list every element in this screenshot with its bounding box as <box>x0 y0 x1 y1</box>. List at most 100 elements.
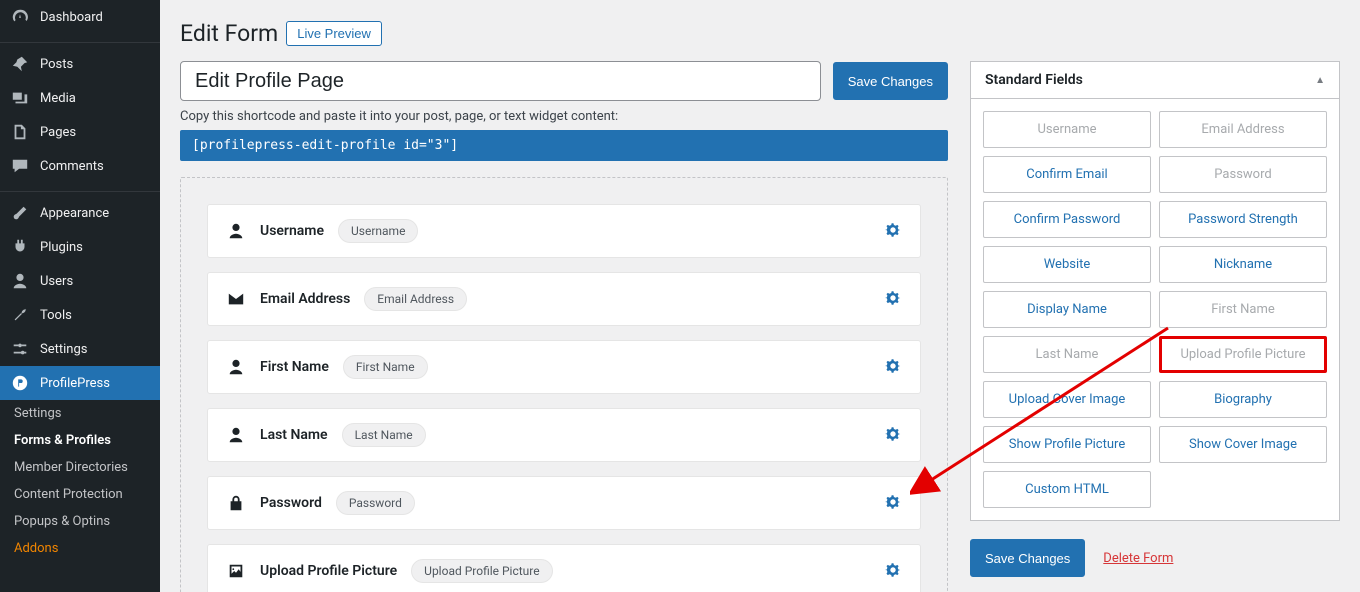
field-label: Password <box>260 495 322 511</box>
user-icon <box>10 272 30 290</box>
delete-form-link[interactable]: Delete Form <box>1103 551 1173 566</box>
field-label: First Name <box>260 359 329 375</box>
field-label: Username <box>260 223 324 239</box>
panel-title: Standard Fields <box>985 72 1083 88</box>
field-chip-show-cover-image[interactable]: Show Cover Image <box>1159 426 1327 463</box>
brush-icon <box>10 204 30 222</box>
submenu-forms-profiles[interactable]: Forms & Profiles <box>0 427 160 454</box>
shortcode-code[interactable]: [profilepress-edit-profile id="3"] <box>180 130 948 161</box>
standard-fields-panel: Standard Fields ▲ UsernameEmail AddressC… <box>970 61 1340 521</box>
field-row-password[interactable]: Password Password <box>207 476 921 530</box>
sidebar-item-tools[interactable]: Tools <box>0 298 160 332</box>
field-settings-button[interactable] <box>884 561 902 582</box>
admin-sidebar: Dashboard Posts Media Pages Comments App… <box>0 0 160 592</box>
save-changes-button[interactable]: Save Changes <box>833 62 948 100</box>
sidebar-item-appearance[interactable]: Appearance <box>0 196 160 230</box>
sidebar-item-label: ProfilePress <box>40 376 110 391</box>
sidebar-item-label: Settings <box>40 342 87 357</box>
field-chip-upload-cover-image[interactable]: Upload Cover Image <box>983 381 1151 418</box>
submenu-addons[interactable]: Addons <box>0 535 160 562</box>
field-chip-username: Username <box>983 111 1151 148</box>
media-icon <box>10 89 30 107</box>
profilepress-submenu: Settings Forms & Profiles Member Directo… <box>0 400 160 562</box>
sidebar-item-pages[interactable]: Pages <box>0 115 160 149</box>
profilepress-icon <box>10 374 30 392</box>
field-label: Email Address <box>260 291 350 307</box>
live-preview-button[interactable]: Live Preview <box>286 21 382 46</box>
field-row-email-address[interactable]: Email Address Email Address <box>207 272 921 326</box>
sidebar-item-media[interactable]: Media <box>0 81 160 115</box>
submenu-settings[interactable]: Settings <box>0 400 160 427</box>
field-settings-button[interactable] <box>884 357 902 378</box>
field-chip-first-name: First Name <box>1159 291 1327 328</box>
field-row-first-name[interactable]: First Name First Name <box>207 340 921 394</box>
mail-icon <box>226 290 246 308</box>
field-placeholder-badge: Username <box>338 219 418 243</box>
field-chip-nickname[interactable]: Nickname <box>1159 246 1327 283</box>
field-settings-button[interactable] <box>884 425 902 446</box>
field-placeholder-badge: Upload Profile Picture <box>411 559 552 583</box>
main-content: Edit Form Live Preview Save Changes Copy… <box>160 0 1360 592</box>
sidebar-item-posts[interactable]: Posts <box>0 47 160 81</box>
sidebar-item-label: Appearance <box>40 206 109 221</box>
field-label: Last Name <box>260 427 328 443</box>
comment-icon <box>10 157 30 175</box>
sliders-icon <box>10 340 30 358</box>
field-placeholder-badge: First Name <box>343 355 428 379</box>
pushpin-icon <box>10 55 30 73</box>
field-chip-website[interactable]: Website <box>983 246 1151 283</box>
sidebar-item-label: Comments <box>40 159 104 174</box>
field-placeholder-badge: Last Name <box>342 423 426 447</box>
pages-icon <box>10 123 30 141</box>
field-label: Upload Profile Picture <box>260 563 397 579</box>
sidebar-item-label: Plugins <box>40 240 83 255</box>
field-placeholder-badge: Email Address <box>364 287 467 311</box>
lock-icon <box>226 494 246 512</box>
submenu-popups-optins[interactable]: Popups & Optins <box>0 508 160 535</box>
submenu-content-protection[interactable]: Content Protection <box>0 481 160 508</box>
wrench-icon <box>10 306 30 324</box>
field-placeholder-badge: Password <box>336 491 415 515</box>
field-settings-button[interactable] <box>884 493 902 514</box>
sidebar-item-label: Posts <box>40 57 73 72</box>
field-row-upload-profile-picture[interactable]: Upload Profile Picture Upload Profile Pic… <box>207 544 921 592</box>
field-settings-button[interactable] <box>884 289 902 310</box>
field-chip-email-address: Email Address <box>1159 111 1327 148</box>
sidebar-item-label: Pages <box>40 125 76 140</box>
user-icon <box>226 222 246 240</box>
save-changes-button-side[interactable]: Save Changes <box>970 539 1085 577</box>
sidebar-item-settings[interactable]: Settings <box>0 332 160 366</box>
user-icon <box>226 426 246 444</box>
form-canvas: UsernameUsernameEmail AddressEmail Addre… <box>180 177 948 592</box>
user-icon <box>226 358 246 376</box>
field-settings-button[interactable] <box>884 221 902 242</box>
chevron-up-icon: ▲ <box>1315 75 1325 86</box>
sidebar-item-dashboard[interactable]: Dashboard <box>0 0 160 34</box>
form-title-input[interactable] <box>180 61 821 101</box>
shortcode-hint: Copy this shortcode and paste it into yo… <box>180 109 948 124</box>
sidebar-item-label: Users <box>40 274 73 289</box>
panel-toggle[interactable]: Standard Fields ▲ <box>971 62 1339 99</box>
field-row-username[interactable]: Username Username <box>207 204 921 258</box>
field-chip-show-profile-picture[interactable]: Show Profile Picture <box>983 426 1151 463</box>
field-chip-upload-profile-picture[interactable]: Upload Profile Picture <box>1159 336 1327 373</box>
sidebar-item-profilepress[interactable]: ProfilePress <box>0 366 160 400</box>
image-icon <box>226 562 246 580</box>
field-chip-confirm-password[interactable]: Confirm Password <box>983 201 1151 238</box>
field-row-last-name[interactable]: Last Name Last Name <box>207 408 921 462</box>
field-chip-password: Password <box>1159 156 1327 193</box>
sidebar-item-label: Media <box>40 91 76 106</box>
plug-icon <box>10 238 30 256</box>
field-chip-biography[interactable]: Biography <box>1159 381 1327 418</box>
field-chip-password-strength[interactable]: Password Strength <box>1159 201 1327 238</box>
sidebar-item-label: Tools <box>40 308 72 323</box>
sidebar-item-comments[interactable]: Comments <box>0 149 160 183</box>
sidebar-item-label: Dashboard <box>40 10 103 25</box>
sidebar-item-users[interactable]: Users <box>0 264 160 298</box>
speedometer-icon <box>10 8 30 26</box>
field-chip-confirm-email[interactable]: Confirm Email <box>983 156 1151 193</box>
submenu-member-directories[interactable]: Member Directories <box>0 454 160 481</box>
field-chip-display-name[interactable]: Display Name <box>983 291 1151 328</box>
field-chip-custom-html[interactable]: Custom HTML <box>983 471 1151 508</box>
sidebar-item-plugins[interactable]: Plugins <box>0 230 160 264</box>
